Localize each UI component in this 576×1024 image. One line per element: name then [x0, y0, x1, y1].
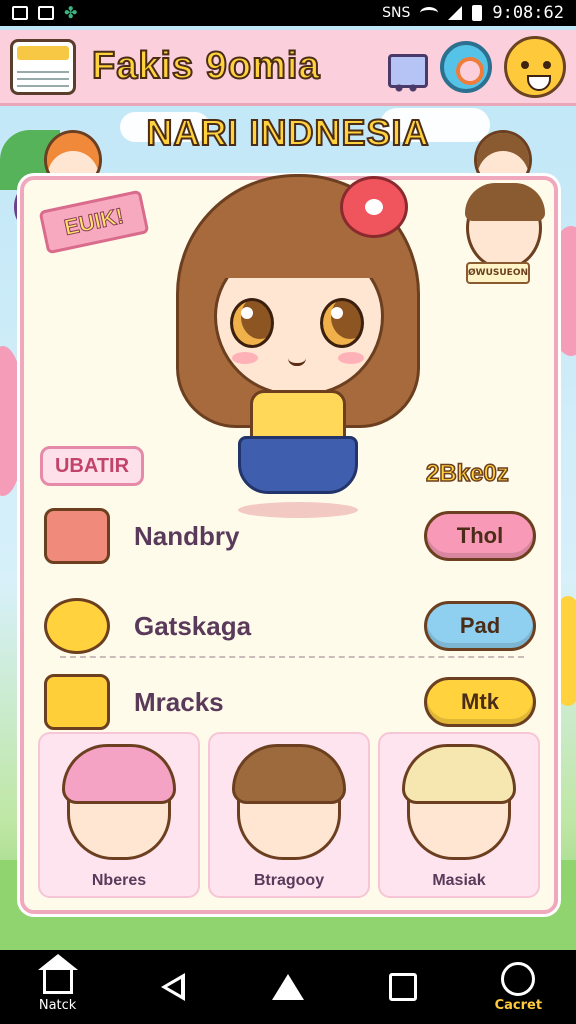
status-tag: UBATIR: [40, 446, 144, 486]
game-button[interactable]: Cacret: [478, 955, 558, 1019]
shop-cart-icon[interactable]: [384, 42, 428, 92]
character-eye-right: [320, 298, 364, 348]
character-skirt: [238, 436, 358, 494]
character-blush: [338, 352, 364, 364]
clover-icon: ✤: [64, 3, 78, 22]
wifi-icon: [420, 7, 439, 19]
radio-icon: [44, 508, 110, 564]
card-hair: [62, 744, 176, 804]
character-card[interactable]: Btragooy: [208, 732, 370, 898]
character-card[interactable]: Nberes: [38, 732, 200, 898]
home-button[interactable]: [248, 955, 328, 1019]
list-item-label: Nandbry: [134, 520, 240, 551]
cat-avatar-icon[interactable]: [504, 35, 566, 98]
character-eye-left: [230, 298, 274, 348]
list-item-label: Gatskaga: [134, 610, 252, 641]
square-icon: [389, 973, 418, 1001]
app-header: Fakis 9omia: [0, 30, 576, 106]
app-title: Fakis 9omia: [91, 44, 321, 88]
back-triangle-icon: [160, 973, 185, 1001]
image-icon: [12, 6, 28, 20]
character-blush: [232, 352, 258, 364]
character-cards: Nberes Btragooy Masiak: [38, 732, 540, 898]
row-action-button[interactable]: Pad: [424, 601, 536, 651]
game-icon: [501, 961, 536, 996]
house-icon: [37, 953, 78, 994]
card-name: Masiak: [432, 872, 486, 889]
carrier-label: SNS: [382, 5, 411, 21]
card-hair: [232, 744, 346, 804]
nav-home-label: Natck: [38, 997, 77, 1013]
row-action-button[interactable]: Thol: [424, 511, 536, 561]
clock: 9:08:62: [492, 3, 564, 23]
mug-icon: [44, 674, 110, 730]
list-item: Nandbry Thol: [44, 504, 536, 568]
game-label: Cacret: [494, 997, 543, 1013]
divider: [60, 656, 524, 658]
list-item: Mracks Mtk: [44, 670, 536, 734]
navigation-bar: Natck Cacret: [0, 950, 576, 1024]
back-button[interactable]: [133, 955, 213, 1019]
card-name: Btragooy: [253, 872, 325, 889]
bird-icon: [44, 598, 110, 654]
score-value: 2Bke0z: [425, 459, 509, 488]
card-name: Nberes: [91, 872, 147, 889]
friend-sign: ØWUSUEON: [466, 262, 530, 284]
signal-icon: [448, 6, 463, 20]
status-bar: ✤ SNS 9:08:62: [0, 0, 576, 26]
nav-home-button[interactable]: Natck: [18, 953, 98, 1019]
list-item-label: Mracks: [134, 686, 224, 717]
battery-icon: [472, 5, 483, 21]
target-icon[interactable]: [440, 40, 492, 93]
chat-bubble-icon[interactable]: [340, 176, 408, 238]
home-icon: [271, 974, 304, 1000]
character-card[interactable]: Masiak: [378, 732, 540, 898]
row-action-button[interactable]: Mtk: [424, 677, 536, 727]
book-menu-icon[interactable]: [10, 38, 76, 95]
photo-icon: [38, 6, 54, 20]
recents-button[interactable]: [363, 955, 443, 1019]
page-subtitle: NARI INDNESIA: [145, 111, 430, 154]
friend-character: [465, 183, 545, 270]
list-item: Gatskaga Pad: [44, 594, 536, 658]
card-hair: [402, 744, 516, 804]
